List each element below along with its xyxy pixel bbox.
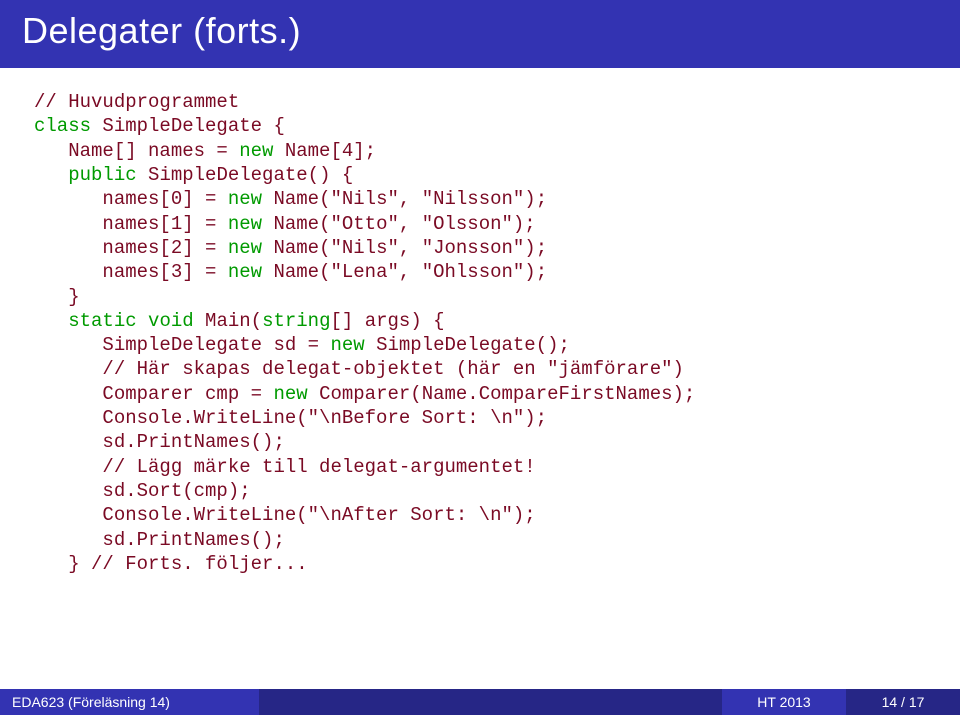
code-line: sd.PrintNames(); [34,431,285,453]
keyword-class: class [34,115,91,137]
keyword-string: string [262,310,330,332]
code-line: // Huvudprogrammet [34,91,239,113]
keyword-new: new [273,383,307,405]
footer-term: HT 2013 [722,689,846,715]
code-text: Name("Otto", "Olsson"); [262,213,536,235]
keyword-static: static [68,310,136,332]
code-line: sd.Sort(cmp); [34,480,251,502]
code-text: SimpleDelegate() { [137,164,354,186]
code-text: Main( [194,310,262,332]
code-line: Console.WriteLine("\nAfter Sort: \n"); [34,504,536,526]
code-line: sd.PrintNames(); [34,529,285,551]
code-text: names[0] = [34,188,228,210]
slide-body: // Huvudprogrammet class SimpleDelegate … [0,68,960,689]
keyword-new: new [239,140,273,162]
footer-course: EDA623 (Föreläsning 14) [0,689,259,715]
code-text: Comparer(Name.CompareFirstNames); [308,383,696,405]
code-text: Comparer cmp = [34,383,273,405]
keyword-new: new [228,188,262,210]
code-text: names[2] = [34,237,228,259]
keyword-new: new [228,213,262,235]
keyword-new: new [330,334,364,356]
code-text: SimpleDelegate sd = [34,334,330,356]
keyword-void: void [148,310,194,332]
code-text: names[3] = [34,261,228,283]
code-line: // Lägg märke till delegat-argumentet! [34,456,536,478]
code-text [34,310,68,332]
code-text: Name[4]; [273,140,376,162]
code-line: Console.WriteLine("\nBefore Sort: \n"); [34,407,547,429]
code-text: Name("Lena", "Ohlsson"); [262,261,547,283]
code-block: // Huvudprogrammet class SimpleDelegate … [34,90,926,576]
keyword-new: new [228,237,262,259]
code-text: names[1] = [34,213,228,235]
slide: Delegater (forts.) // Huvudprogrammet cl… [0,0,960,715]
footer: EDA623 (Föreläsning 14) HT 2013 14 / 17 [0,689,960,715]
code-line: } // Forts. följer... [34,553,308,575]
code-text: SimpleDelegate { [91,115,285,137]
code-text: Name[] names = [34,140,239,162]
code-line: // Här skapas delegat-objektet (här en "… [34,358,684,380]
code-text: Name("Nils", "Jonsson"); [262,237,547,259]
footer-page: 14 / 17 [846,689,960,715]
code-text [34,164,68,186]
code-text: SimpleDelegate(); [365,334,570,356]
footer-spacer [259,689,722,715]
keyword-new: new [228,261,262,283]
code-text: [] args) { [331,310,445,332]
keyword-public: public [68,164,136,186]
code-text: } [34,286,80,308]
code-text: Name("Nils", "Nilsson"); [262,188,547,210]
slide-title: Delegater (forts.) [0,0,960,68]
